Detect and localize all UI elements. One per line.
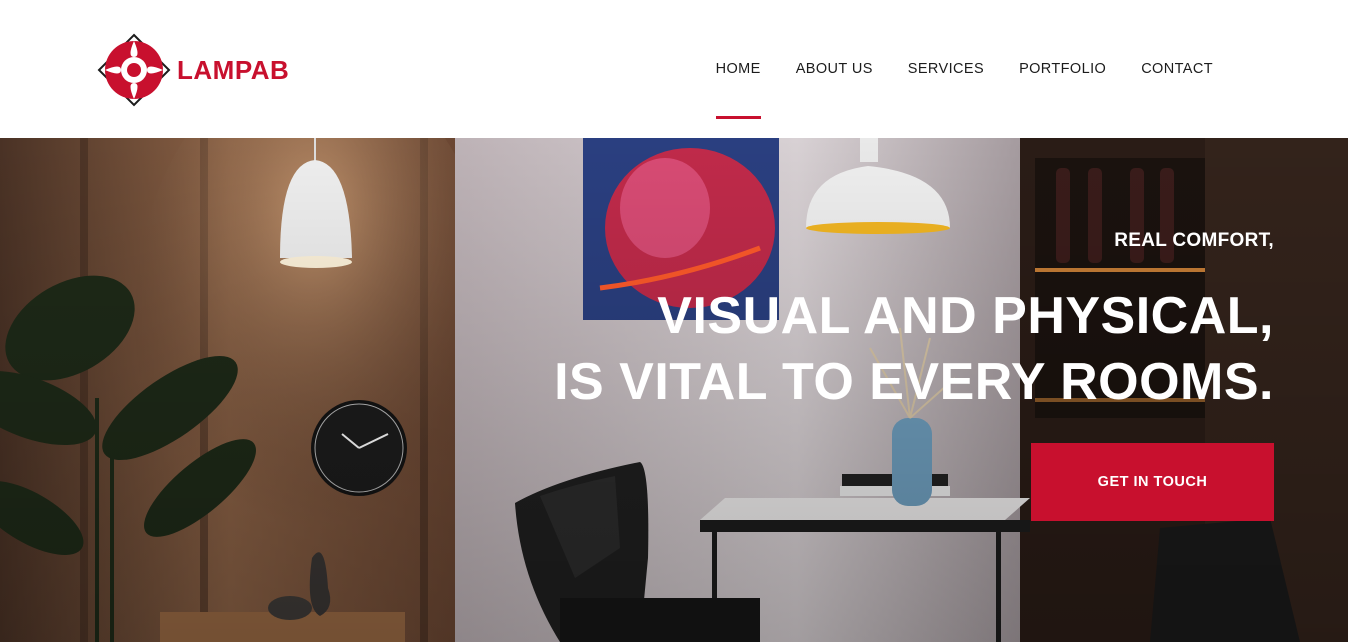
hero-subtitle: REAL COMFORT, xyxy=(1114,230,1274,251)
nav-item-label: PORTFOLIO xyxy=(1019,61,1107,77)
brand-name: LAMPAB xyxy=(177,54,290,85)
get-in-touch-button[interactable]: GET IN TOUCH xyxy=(1031,443,1274,521)
active-nav-indicator xyxy=(715,116,761,119)
nav-item-label: HOME xyxy=(715,61,761,77)
hero-title: VISUAL AND PHYSICAL, IS VITAL TO EVERY R… xyxy=(554,283,1274,415)
nav-item-home[interactable]: HOME xyxy=(715,58,761,119)
nav-item-label: ABOUT US xyxy=(795,61,873,77)
site-header: LAMPAB HOME ABOUT US SERVICES PORTFOLIO … xyxy=(0,0,1348,138)
nav-item-portfolio[interactable]: PORTFOLIO xyxy=(1019,58,1106,80)
nav-item-services[interactable]: SERVICES xyxy=(908,58,984,80)
hero-title-line-1: VISUAL AND PHYSICAL, xyxy=(657,287,1274,345)
hero-title-line-2: IS VITAL TO EVERY ROOMS. xyxy=(554,353,1274,411)
brand-logo[interactable]: LAMPAB xyxy=(97,33,289,107)
nav-item-about-us[interactable]: ABOUT US xyxy=(796,58,873,80)
lampab-logo-icon xyxy=(97,33,171,107)
nav-item-label: SERVICES xyxy=(907,61,985,77)
nav-item-label: CONTACT xyxy=(1141,61,1213,77)
main-nav: HOME ABOUT US SERVICES PORTFOLIO CONTACT xyxy=(715,58,1213,119)
hero-section: REAL COMFORT, VISUAL AND PHYSICAL, IS VI… xyxy=(0,138,1348,642)
nav-item-contact[interactable]: CONTACT xyxy=(1141,58,1213,80)
